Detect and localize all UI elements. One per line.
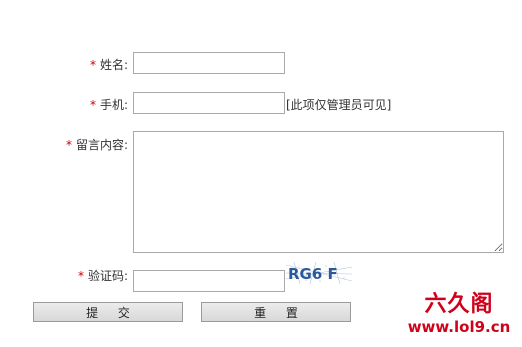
watermark-logo: 六久阁 www.lol9.cn: [396, 292, 522, 347]
phone-label-group: * 手机:: [90, 96, 128, 113]
message-label-group: * 留言内容:: [66, 136, 128, 153]
watermark-brand: 六久阁: [424, 292, 494, 317]
required-marker: *: [89, 58, 96, 72]
captcha-text: RG6 F: [288, 265, 338, 283]
submit-button[interactable]: 提 交: [33, 302, 183, 322]
captcha-image[interactable]: RG6 F: [286, 262, 352, 284]
phone-visibility-note: [此项仅管理员可见]: [286, 98, 392, 112]
name-input[interactable]: [133, 52, 285, 74]
required-marker: *: [65, 138, 72, 152]
message-label: 留言内容:: [75, 138, 128, 152]
required-marker: *: [77, 269, 84, 283]
captcha-input[interactable]: [133, 270, 285, 292]
name-label: 姓名:: [99, 58, 128, 72]
phone-input[interactable]: [133, 92, 285, 114]
reset-button[interactable]: 重 置: [201, 302, 351, 322]
captcha-label: 验证码:: [87, 269, 128, 283]
phone-label: 手机:: [99, 98, 128, 112]
message-textarea[interactable]: [133, 131, 504, 253]
required-marker: *: [89, 98, 96, 112]
watermark-url: www.lol9.cn: [407, 318, 511, 336]
captcha-label-group: * 验证码:: [78, 267, 128, 284]
name-label-group: * 姓名:: [90, 56, 128, 73]
